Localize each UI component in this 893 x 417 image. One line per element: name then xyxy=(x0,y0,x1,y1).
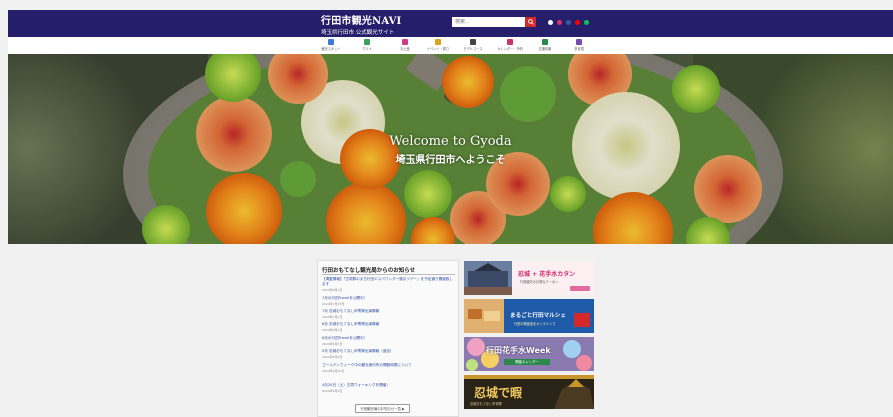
camera-icon xyxy=(328,39,334,45)
news-item-date: 2024年6月5日 xyxy=(322,327,343,332)
news-more-label: 行田観光局のお知らせ一覧 xyxy=(360,407,401,411)
banner-sakitama-badge xyxy=(570,286,590,291)
search-button[interactable] xyxy=(525,17,536,27)
nav-item-label: モデルコース xyxy=(463,47,483,51)
fork-knife-icon xyxy=(364,39,370,45)
news-item[interactable]: 【掲載情報】「古墳群のまち行田エスパワンダー展示ツアー」を予定通り開催致します 2… xyxy=(322,277,455,292)
news-item-title[interactable]: 7月 忍城おもてなし甲冑隊出演情報 xyxy=(322,309,455,314)
banner-sakitama[interactable]: 忍城 + 花手水カタン 行田観光のお得なクーポン xyxy=(464,261,594,295)
chat-icon xyxy=(576,39,582,45)
news-item-date: 2024年7月23日 xyxy=(322,301,345,306)
nav-item-label: 観光スポット xyxy=(321,47,341,51)
search-input[interactable] xyxy=(452,17,525,27)
news-item-date: 2024年8月2日 xyxy=(322,287,343,292)
site-subtitle: 埼玉県行田市 公式観光サイト xyxy=(321,30,395,36)
facebook-icon[interactable] xyxy=(566,20,571,25)
news-item[interactable]: 5月 忍城おもてなし甲冑隊出演情報（追加） 2024年5月8日 xyxy=(322,349,455,359)
news-item-title[interactable]: 5月 忍城おもてなし甲冑隊出演情報（追加） xyxy=(322,349,455,354)
nav-item-label: お土産 xyxy=(400,47,410,51)
nav-item-label: イベント・祭り xyxy=(426,47,450,51)
nav-item-label: カレンダー・予約 xyxy=(497,47,523,51)
hero-subtitle: 埼玉県行田市へようこそ xyxy=(395,155,506,166)
nav-item-label: 交通情報 xyxy=(538,47,552,51)
banner-marche-sub: 行田の物産品をオンラインで xyxy=(514,322,556,326)
calendar-icon xyxy=(507,39,513,45)
nav-item-label: 多言語 xyxy=(574,47,584,51)
nav-item-2[interactable]: お土産 xyxy=(390,37,420,54)
news-more-button[interactable]: 行田観光局のお知らせ一覧 ▶ xyxy=(355,404,410,413)
banner-sakitama-sub: 行田観光のお得なクーポン xyxy=(520,280,559,284)
news-item-date: 2024年6月3日 xyxy=(322,341,343,346)
youtube-icon[interactable] xyxy=(575,20,580,25)
site-title: 行田市観光NAVI xyxy=(321,16,402,27)
banner-hanatemizu[interactable]: 行田花手水Week 開催カレンダー xyxy=(464,337,594,371)
gift-icon xyxy=(402,39,408,45)
nav-item-3[interactable]: イベント・祭り xyxy=(423,37,453,54)
lantern-icon xyxy=(435,39,441,45)
hero-flower-image xyxy=(8,54,893,244)
news-item-title[interactable]: ゴールデンウィーク中の観光案内所の開館時間について xyxy=(322,363,455,368)
x-icon[interactable] xyxy=(548,20,553,25)
banner-oshijo[interactable]: 忍城で暇 忍城おもてなし甲冑隊 xyxy=(464,375,594,409)
news-item-date: 2024年7月2日 xyxy=(322,314,343,319)
line-icon[interactable] xyxy=(584,20,589,25)
news-item-title[interactable]: 6月の行田Travelを公開中！ xyxy=(322,336,455,341)
search-icon xyxy=(527,19,534,25)
nav-item-0[interactable]: 観光スポット xyxy=(316,37,346,54)
site-header xyxy=(8,10,893,37)
nav-item-5[interactable]: カレンダー・予約 xyxy=(495,37,525,54)
nav-item-7[interactable]: 多言語 xyxy=(564,37,594,54)
news-item[interactable]: 7月の行田Travelを公開中！ 2024年7月23日 xyxy=(322,296,455,306)
nav-item-label: グルメ xyxy=(362,47,372,51)
news-item-title[interactable]: 4月20日（土）古墳ウォーキングを開催！ xyxy=(322,383,455,388)
banner-hanatemizu-sub: 開催カレンダー xyxy=(504,359,550,365)
news-item[interactable]: ゴールデンウィーク中の観光案内所の開館時間について 2024年4月25日 xyxy=(322,363,455,373)
news-item-date: 2024年5月8日 xyxy=(322,354,343,359)
hero-title: Welcome to Gyoda xyxy=(389,134,512,149)
news-item-title[interactable]: 7月の行田Travelを公開中！ xyxy=(322,296,455,301)
news-item-date: 2024年4月25日 xyxy=(322,368,345,373)
walker-icon xyxy=(470,39,476,45)
news-item[interactable]: 6月の行田Travelを公開中！ 2024年6月3日 xyxy=(322,336,455,346)
banner-sakitama-title: 忍城 + 花手水カタン xyxy=(518,271,576,278)
nav-item-1[interactable]: グルメ xyxy=(352,37,382,54)
banner-oshijo-title: 忍城で暇 xyxy=(474,386,523,400)
nav-item-4[interactable]: モデルコース xyxy=(458,37,488,54)
instagram-icon[interactable] xyxy=(557,20,562,25)
news-item-date: 2024年4月9日 xyxy=(322,388,343,393)
news-item[interactable]: 4月20日（土）古墳ウォーキングを開催！ 2024年4月9日 xyxy=(322,383,455,393)
news-item[interactable]: 7月 忍城おもてなし甲冑隊出演情報 2024年7月2日 xyxy=(322,309,455,319)
news-heading: 行田おもてなし観光局からのお知らせ xyxy=(322,268,416,274)
news-panel: 行田おもてなし観光局からのお知らせ 【掲載情報】「古墳群のまち行田エスパワンダー… xyxy=(317,260,459,417)
banner-marche[interactable]: まるごと行田マルシェ 行田の物産品をオンラインで xyxy=(464,299,594,333)
train-icon xyxy=(542,39,548,45)
news-item-title[interactable]: 【掲載情報】「古墳群のまち行田エスパワンダー展示ツアー」を予定通り開催致します xyxy=(322,277,455,287)
banner-oshijo-sub: 忍城おもてなし甲冑隊 xyxy=(470,402,502,406)
hero-banner: Welcome to Gyoda 埼玉県行田市へようこそ xyxy=(8,54,893,244)
site-logo[interactable]: 行田市観光NAVI 埼玉県行田市 公式観光サイト xyxy=(321,12,401,36)
banner-marche-title: まるごと行田マルシェ xyxy=(510,313,566,319)
nav-item-6[interactable]: 交通情報 xyxy=(530,37,560,54)
banner-hanatemizu-title: 行田花手水Week xyxy=(486,346,551,355)
news-item-title[interactable]: 6月 忍城おもてなし甲冑隊出演情報 xyxy=(322,322,455,327)
news-divider xyxy=(322,274,455,275)
news-item[interactable]: 6月 忍城おもてなし甲冑隊出演情報 2024年6月5日 xyxy=(322,322,455,332)
